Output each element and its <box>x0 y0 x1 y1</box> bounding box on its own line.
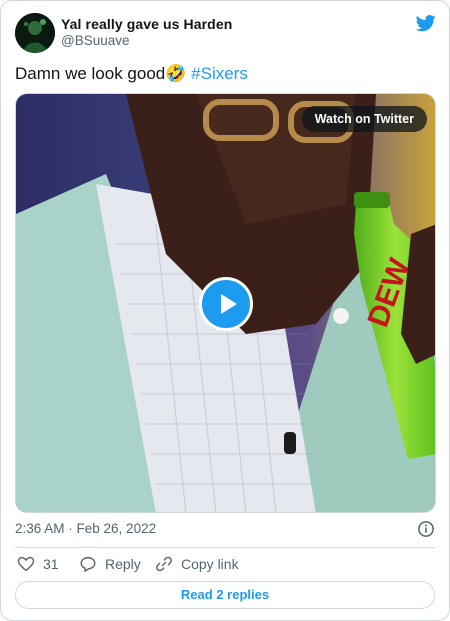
watch-on-twitter-button[interactable]: Watch on Twitter <box>301 106 427 132</box>
play-button[interactable] <box>199 277 253 331</box>
reply-label: Reply <box>105 556 141 572</box>
info-icon[interactable] <box>417 520 435 538</box>
tweet-card: Yal really gave us Harden @BSuuave Damn … <box>0 0 450 621</box>
copy-link-label: Copy link <box>181 556 239 572</box>
reply-icon <box>80 556 96 572</box>
link-icon <box>156 556 172 572</box>
twitter-bird-icon[interactable] <box>415 13 437 33</box>
video-thumbnail[interactable]: DEW Watch on Twitter <box>15 93 436 513</box>
play-icon <box>221 294 237 314</box>
tweet-body: Damn we look good🤣 <box>15 64 187 83</box>
tweet-text: Damn we look good🤣 #Sixers <box>15 63 248 85</box>
author-handle[interactable]: @BSuuave <box>61 33 130 48</box>
tweet-header: Yal really gave us Harden @BSuuave <box>15 11 437 55</box>
divider <box>15 547 435 548</box>
like-count: 31 <box>43 556 59 572</box>
author-display-name[interactable]: Yal really gave us Harden <box>61 16 232 32</box>
copy-link-button[interactable]: Copy link <box>155 555 239 573</box>
tweet-timestamp[interactable]: 2:36 AM · Feb 26, 2022 <box>15 521 156 536</box>
hashtag-link[interactable]: #Sixers <box>191 64 248 83</box>
read-replies-button[interactable]: Read 2 replies <box>15 581 435 609</box>
like-button[interactable]: 31 <box>17 555 59 573</box>
avatar[interactable] <box>15 13 55 53</box>
reply-button[interactable]: Reply <box>79 555 141 573</box>
heart-icon <box>17 556 35 572</box>
